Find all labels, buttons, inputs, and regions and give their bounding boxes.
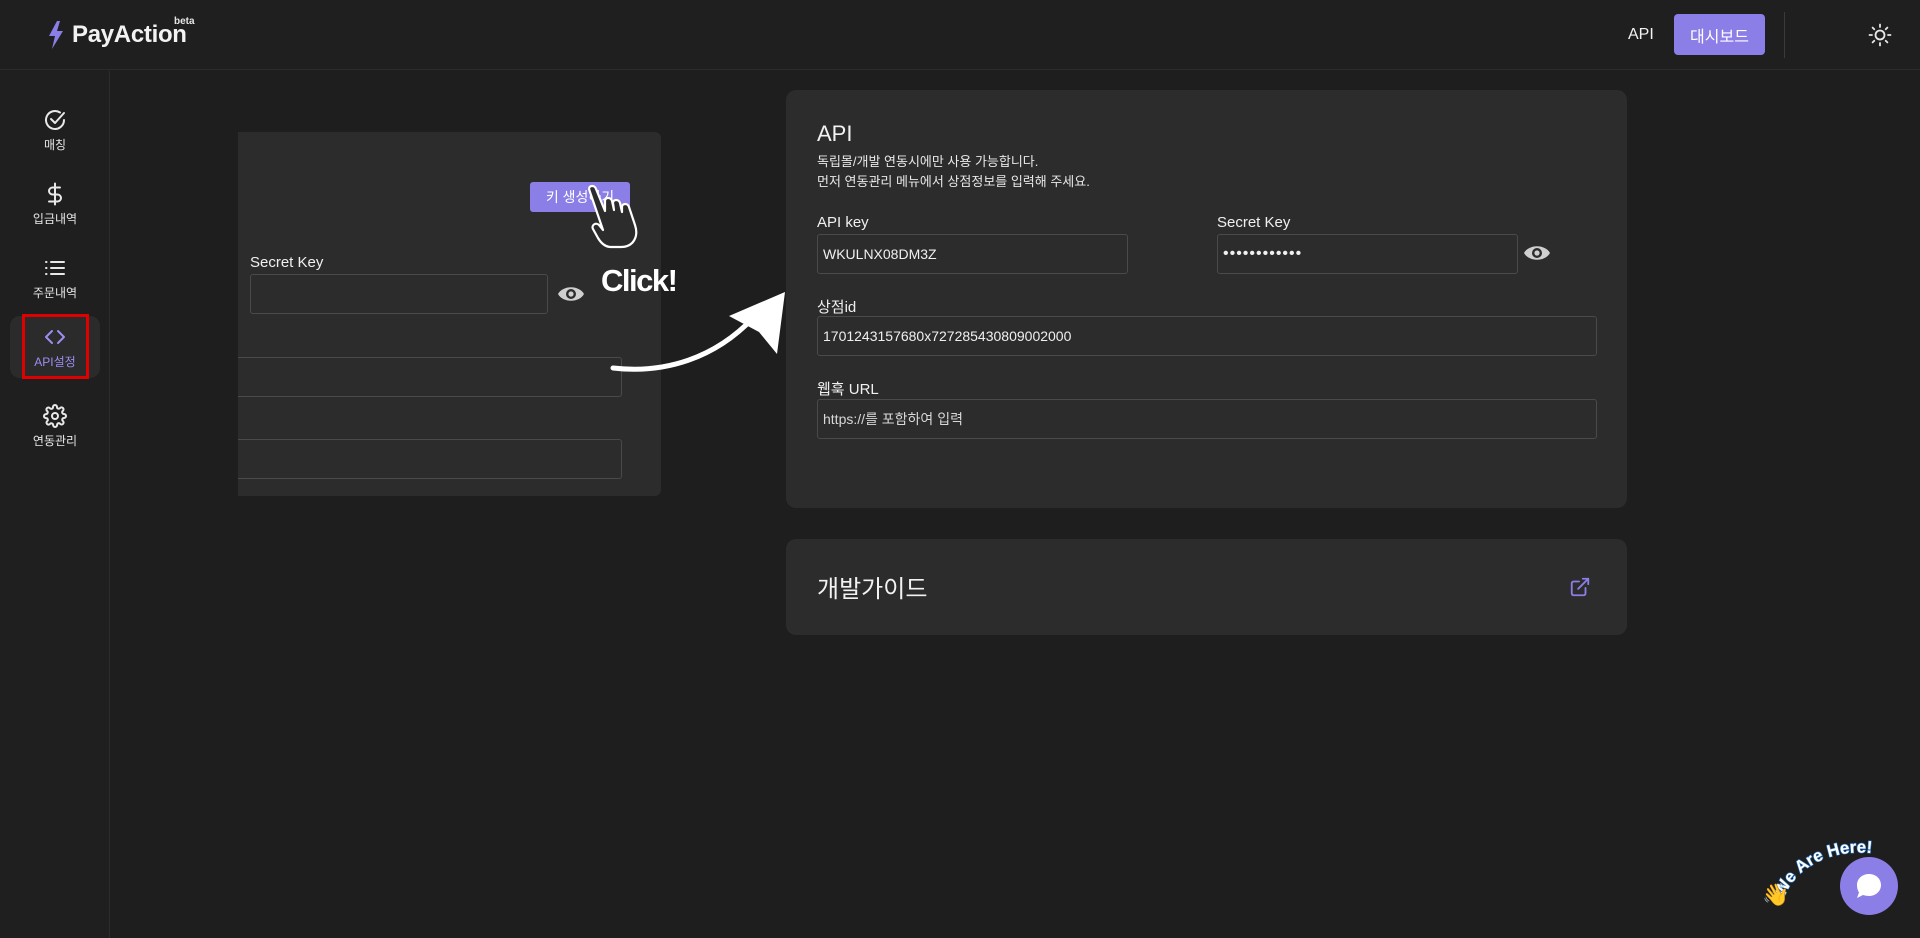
beta-badge: beta [174,16,195,27]
gear-icon [43,403,67,428]
illus-input [238,439,622,479]
nav-api-link[interactable]: API [1628,26,1654,44]
sidebar-item-orders[interactable]: 주문내역 [10,247,100,309]
api-key-label: API key [817,214,869,231]
store-id-field[interactable] [817,316,1597,356]
check-circle-icon [45,109,65,130]
sidebar-item-matching[interactable]: 매칭 [10,99,100,161]
api-card-title: API [817,121,853,146]
store-id-label: 상점id [817,299,857,316]
secret-key-label: Secret Key [1217,214,1291,231]
api-key-field[interactable] [817,234,1128,274]
pointing-hand-icon [587,184,638,249]
api-settings-card: API 독립몰/개발 연동시에만 사용 가능합니다. 먼저 연동관리 메뉴에서 … [786,90,1627,508]
list-icon [45,260,65,275]
logo[interactable]: PayAction beta [46,16,195,52]
dev-guide-title: 개발가이드 [817,576,928,603]
sun-icon[interactable] [1868,23,1892,47]
chat-bubble-icon [1857,874,1881,898]
logo-text: PayAction [72,21,187,48]
sidebar-item-integration[interactable]: 연동관리 [10,395,100,457]
eye-icon[interactable] [1522,240,1552,266]
sidebar-item-deposits[interactable]: 입금내역 [10,173,100,235]
bolt-icon [49,21,63,49]
webhook-url-input[interactable] [817,399,1597,439]
dollar-icon [48,182,62,205]
header-divider [1784,12,1785,58]
sidebar-item-label: 매칭 [43,137,67,152]
arrow-icon [610,292,785,372]
sidebar-item-label: 주문내역 [32,285,78,300]
sidebar-item-label: 연동관리 [32,433,78,448]
api-description-line: 독립몰/개발 연동시에만 사용 가능합니다. [817,154,1039,169]
chat-button[interactable] [1840,857,1898,915]
dashboard-button[interactable]: 대시보드 [1674,14,1765,55]
external-link-icon[interactable] [1569,576,1591,598]
api-description-line: 먼저 연동관리 메뉴에서 상점정보를 입력해 주세요. [817,174,1090,189]
sidebar: 매칭 입금내역 주문내역 API설정 연동관리 [0,71,110,938]
api-description: 독립몰/개발 연동시에만 사용 가능합니다. 먼저 연동관리 메뉴에서 상점정보… [817,152,1090,192]
secret-key-field[interactable] [1217,234,1518,274]
illus-secret-input [250,274,548,314]
webhook-url-label: 웹훅 URL [817,381,879,398]
top-header: PayAction beta API 대시보드 [0,0,1920,70]
eye-icon [558,287,584,301]
wave-hand-icon: 👋 [1762,882,1789,908]
illus-secret-label: Secret Key [250,254,324,271]
sidebar-item-label: 입금내역 [32,211,78,226]
dev-guide-card[interactable]: 개발가이드 [786,539,1627,635]
illus-input [238,357,622,397]
highlight-box [22,314,89,379]
